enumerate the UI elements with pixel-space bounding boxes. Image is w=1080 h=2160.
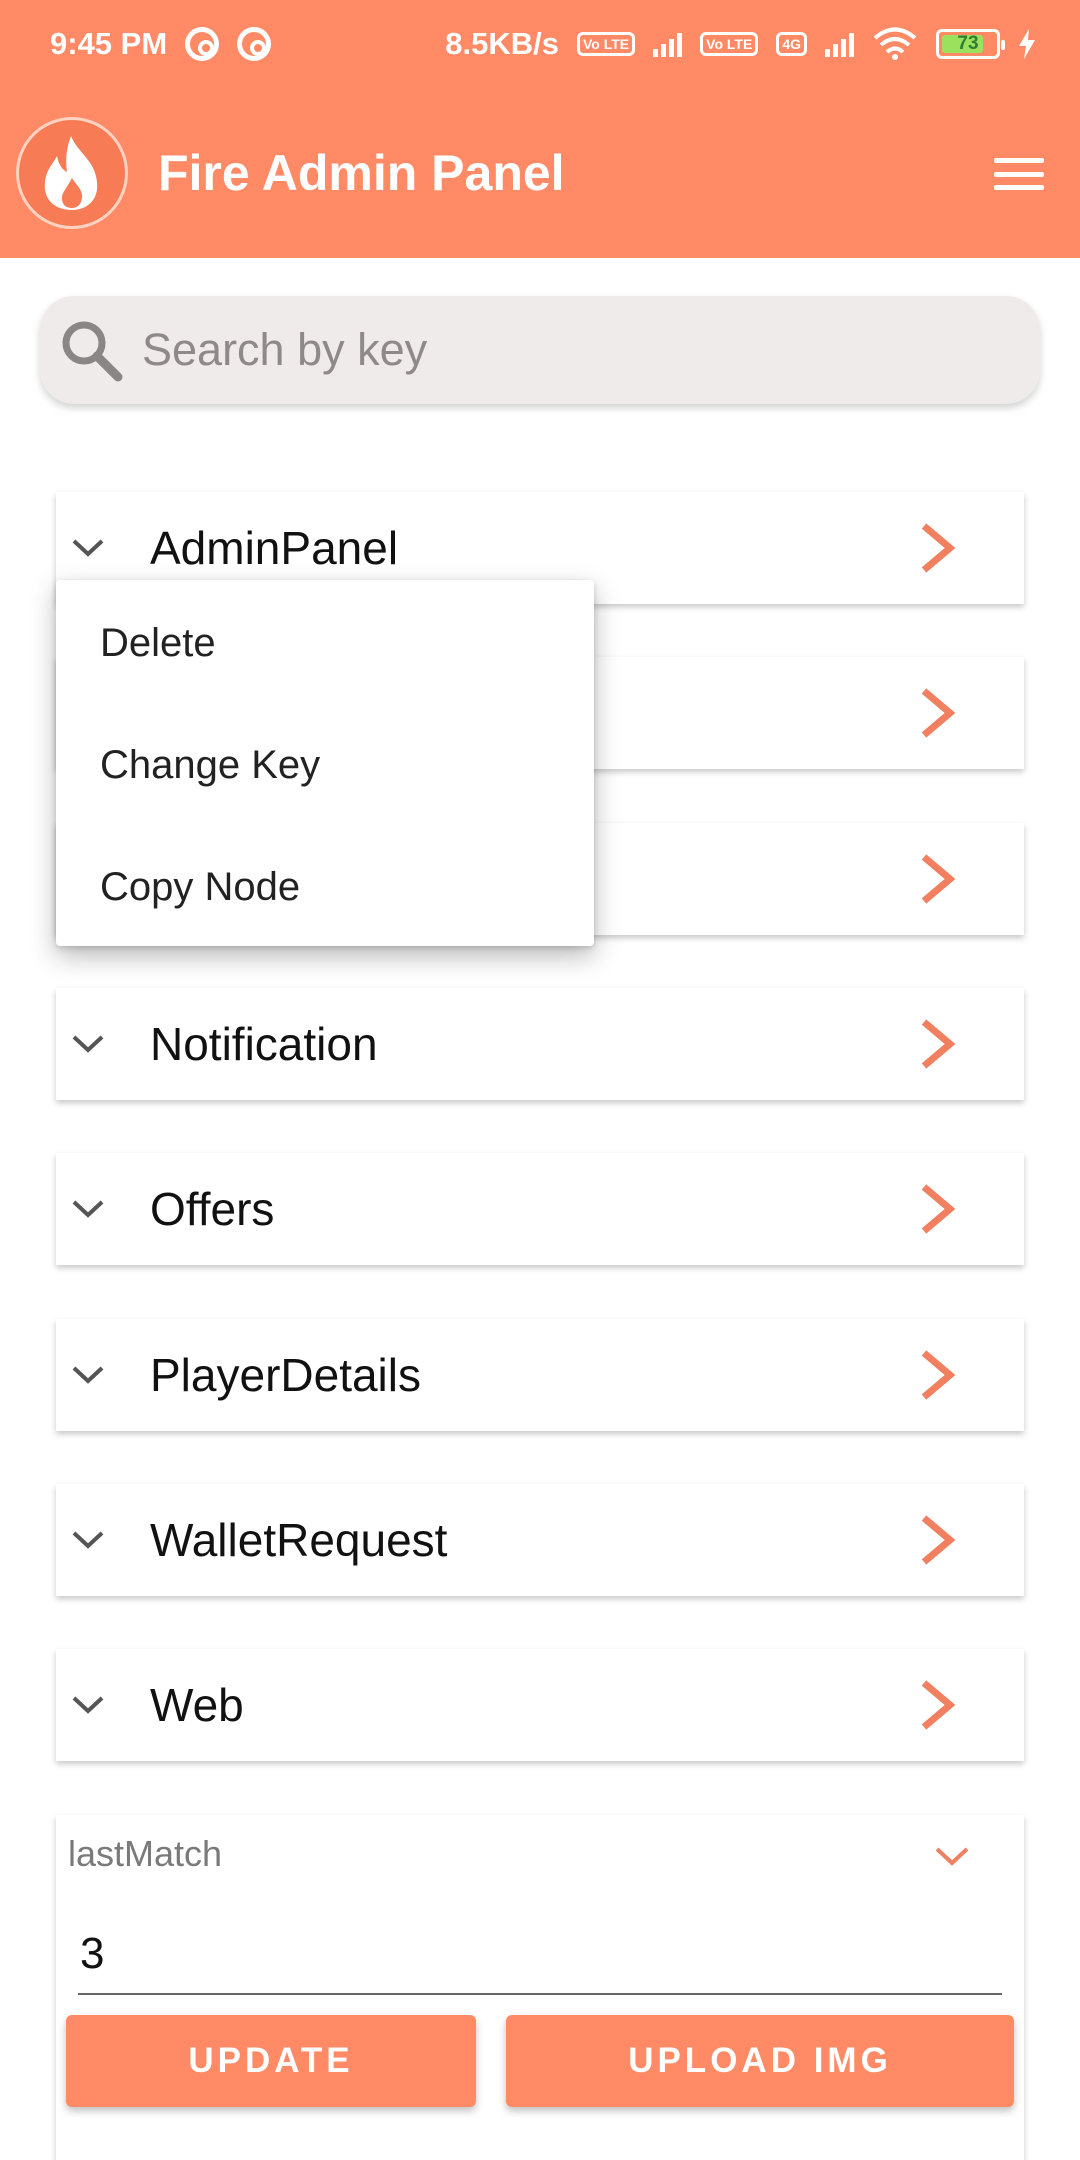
node-item-web[interactable]: Web — [56, 1649, 1024, 1761]
menu-item-copy-node[interactable]: Copy Node — [56, 846, 594, 968]
node-context-menu: Delete Change Key Copy Node — [56, 580, 594, 946]
update-button[interactable]: UPDATE — [66, 2015, 476, 2107]
search-input[interactable] — [142, 324, 982, 376]
chevron-right-icon[interactable] — [912, 520, 962, 576]
chevron-right-icon[interactable] — [912, 851, 962, 907]
node-item-offers[interactable]: Offers — [56, 1153, 1024, 1265]
chevron-down-icon[interactable] — [66, 526, 110, 570]
node-label: Web — [150, 1679, 244, 1731]
chevron-right-icon[interactable] — [912, 685, 962, 741]
chevron-down-icon[interactable] — [932, 1841, 972, 1871]
chevron-down-icon[interactable] — [66, 1683, 110, 1727]
chevron-down-icon[interactable] — [66, 1187, 110, 1231]
menu-item-delete[interactable]: Delete — [56, 602, 594, 724]
chevron-down-icon[interactable] — [66, 1518, 110, 1562]
node-item-playerdetails[interactable]: PlayerDetails — [56, 1319, 1024, 1431]
wifi-icon — [873, 27, 917, 60]
battery-level: 73 — [957, 33, 979, 54]
node-item-notification[interactable]: Notification — [56, 988, 1024, 1100]
upload-image-button[interactable]: UPLOAD IMG — [506, 2015, 1014, 2107]
field-value-input[interactable] — [78, 1915, 1002, 1995]
network-type-icon: 4G — [776, 32, 807, 56]
chevron-down-icon[interactable] — [66, 1353, 110, 1397]
app-title: Fire Admin Panel — [158, 145, 565, 201]
chevron-down-icon[interactable] — [66, 1022, 110, 1066]
signal-icon — [653, 31, 683, 57]
sync-icon — [237, 27, 272, 61]
app-bar: Fire Admin Panel — [0, 88, 1080, 258]
sync-icon — [185, 27, 220, 61]
node-label: Offers — [150, 1183, 275, 1235]
node-label: AdminPanel — [150, 522, 399, 574]
charging-icon — [1019, 29, 1035, 59]
node-label: PlayerDetails — [150, 1349, 421, 1401]
node-label: Notification — [150, 1018, 378, 1070]
field-key-label: lastMatch — [68, 1833, 223, 1874]
chevron-right-icon[interactable] — [912, 1016, 962, 1072]
field-card: lastMatch UPDATE UPLOAD IMG — [56, 1815, 1024, 2160]
volte-icon: Vo LTE — [577, 32, 636, 56]
chevron-right-icon[interactable] — [912, 1347, 962, 1403]
battery-icon: 73 — [936, 29, 1005, 59]
search-icon — [62, 321, 123, 382]
chevron-right-icon[interactable] — [912, 1181, 962, 1237]
node-item-walletrequest[interactable]: WalletRequest — [56, 1484, 1024, 1596]
chevron-right-icon[interactable] — [912, 1512, 962, 1568]
volte-icon: Vo LTE — [700, 32, 759, 56]
signal-icon — [825, 31, 854, 57]
search-bar[interactable] — [40, 296, 1040, 404]
status-bar: 9:45 PM 8.5KB/s Vo LTE Vo LTE 4G 73 — [0, 0, 1080, 88]
node-label: WalletRequest — [150, 1514, 448, 1566]
flame-icon — [16, 117, 128, 229]
hamburger-menu-icon[interactable] — [994, 158, 1044, 190]
network-speed: 8.5KB/s — [445, 26, 559, 61]
chevron-right-icon[interactable] — [912, 1677, 962, 1733]
status-time: 9:45 PM — [50, 26, 168, 61]
menu-item-change-key[interactable]: Change Key — [56, 724, 594, 846]
